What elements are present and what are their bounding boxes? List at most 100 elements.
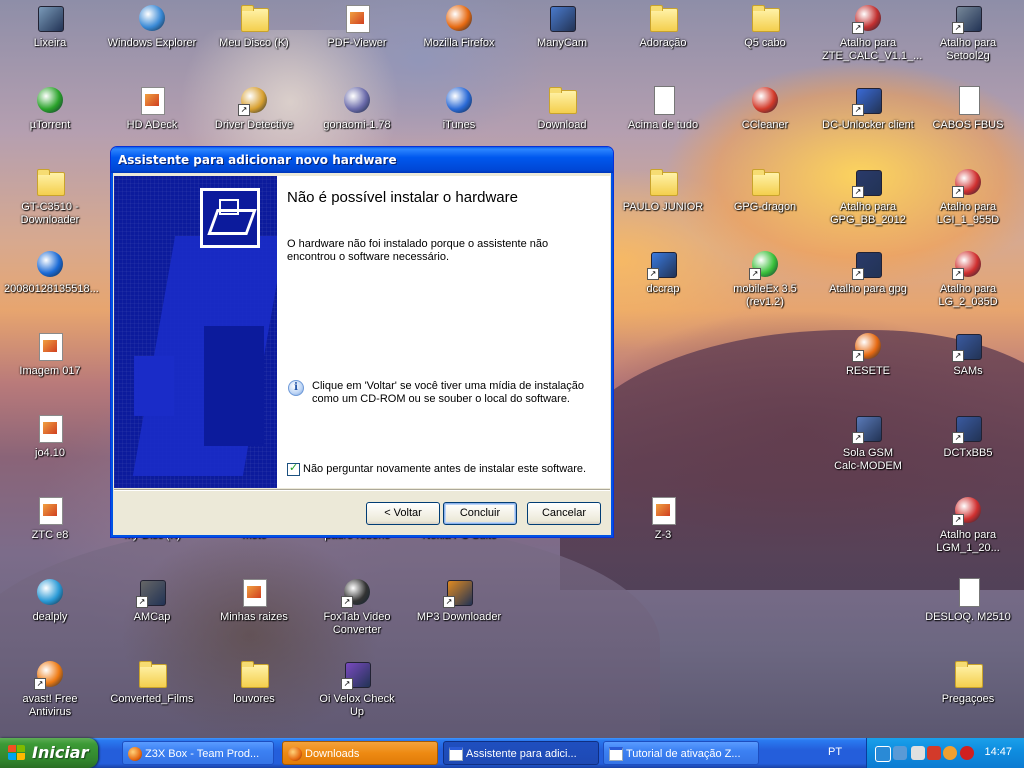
- desktop-icon[interactable]: jo4.10: [2, 412, 98, 460]
- back-button[interactable]: < Voltar: [366, 502, 440, 525]
- shortcut-arrow-icon: ↗: [952, 432, 964, 444]
- desktop-icon[interactable]: CCleaner: [717, 84, 813, 132]
- desktop-icon[interactable]: Mozilla Firefox: [411, 2, 507, 50]
- desktop-icon-label: SAMs: [953, 365, 983, 377]
- start-button[interactable]: Iniciar: [0, 738, 98, 768]
- desktop-icon[interactable]: ↗ MP3 Downloader: [411, 576, 507, 624]
- system-tray: 14:47: [866, 738, 1024, 768]
- desktop-icon[interactable]: ↗ AMCap: [104, 576, 200, 624]
- desktop-icon[interactable]: PDF-Viewer: [309, 2, 405, 50]
- desktop-icon[interactable]: ↗ Oi Velox Check Up: [309, 658, 405, 719]
- desktop-icon[interactable]: ManyCam: [514, 2, 610, 50]
- cancel-button[interactable]: Cancelar: [527, 502, 601, 525]
- desktop-icon-label: GPG-dragon: [733, 201, 797, 213]
- finish-button[interactable]: Concluir: [443, 502, 517, 525]
- lgm-icon: ↗: [952, 494, 984, 526]
- desktop-icon[interactable]: Windows Explorer: [104, 2, 200, 50]
- desktop-icon[interactable]: louvores: [206, 658, 302, 706]
- antivirus-tray-icon[interactable]: [960, 746, 974, 760]
- desktop-icon[interactable]: ↗ Atalho para GPG_BB_2012: [820, 166, 916, 227]
- shortcut-arrow-icon: ↗: [952, 350, 964, 362]
- desktop-icon[interactable]: GPG-dragon: [717, 166, 813, 214]
- window-icon: [609, 747, 623, 761]
- dont-ask-checkbox[interactable]: ✓: [287, 461, 300, 476]
- clock[interactable]: 14:47: [984, 746, 1012, 758]
- network-icon[interactable]: [875, 746, 891, 762]
- desktop-icon[interactable]: Acima de tudo: [615, 84, 711, 132]
- shortcut-arrow-icon: ↗: [952, 268, 964, 280]
- dialog-titlebar[interactable]: Assistente para adicionar novo hardware: [111, 147, 613, 173]
- taskbar-button-downloads[interactable]: Downloads: [282, 741, 438, 765]
- q5-cabo-icon: [749, 2, 781, 34]
- desktop-icon-label: PDF-Viewer: [327, 37, 387, 49]
- desktop-icon[interactable]: ↗ Atalho para LGM_1_20...: [920, 494, 1016, 555]
- dont-ask-checkbox-label[interactable]: Não perguntar novamente antes de instala…: [303, 463, 586, 475]
- desktop-icon[interactable]: Minhas raizes: [206, 576, 302, 624]
- desktop-icon[interactable]: ↗ Atalho para Setool2g: [920, 2, 1016, 63]
- shortcut-arrow-icon: ↗: [34, 678, 46, 690]
- desktop-icon[interactable]: DESLOQ. M2510: [920, 576, 1016, 624]
- desktop-icon-label: DESLOQ. M2510: [925, 611, 1011, 623]
- jo4-icon: [34, 412, 66, 444]
- taskbar-button-wizard[interactable]: Assistente para adici...: [443, 741, 599, 765]
- desktop-icon[interactable]: ↗ Driver Detective: [206, 84, 302, 132]
- desktop-icon[interactable]: Q5 cabo: [717, 2, 813, 50]
- desktop-icon[interactable]: CABOS FBUS: [920, 84, 1016, 132]
- desktop-icon[interactable]: iTunes: [411, 84, 507, 132]
- desktop-icon[interactable]: ↗ avast! Free Antivirus: [2, 658, 98, 719]
- avast-tray-icon[interactable]: [943, 746, 957, 760]
- meu-disco-icon: [238, 2, 270, 34]
- sidebar-decoration: [204, 326, 264, 446]
- lgi-icon: ↗: [952, 166, 984, 198]
- taskbar-button-z3x[interactable]: Z3X Box - Team Prod...: [122, 741, 274, 765]
- dialog-body: Não é possível instalar o hardware O har…: [114, 173, 610, 534]
- desktop-icon-label: DC-Unlocker client: [822, 119, 914, 131]
- dctxbb5-icon: ↗: [952, 412, 984, 444]
- desktop-icon[interactable]: µTorrent: [2, 84, 98, 132]
- desktop-icon[interactable]: GT-C3510 - Downloader: [2, 166, 98, 227]
- desktop-icon[interactable]: ↗ Atalho para gpg: [820, 248, 916, 296]
- desktop-icon[interactable]: ↗ FoxTab Video Converter: [309, 576, 405, 637]
- desktop-icon[interactable]: ↗ RESETE: [820, 330, 916, 378]
- desktop-icon[interactable]: Adoração: [615, 2, 711, 50]
- desktop-icon[interactable]: ↗ DCTxBB5: [920, 412, 1016, 460]
- desktop-icon[interactable]: 20080128135518...: [2, 248, 99, 296]
- desktop-icon[interactable]: ↗ Atalho para LG_2_035D: [920, 248, 1016, 309]
- desktop-icon[interactable]: ↗ DC-Unlocker client: [820, 84, 916, 132]
- info-icon: i: [288, 380, 304, 396]
- taskbar-button-tutorial[interactable]: Tutorial de ativação Z...: [603, 741, 759, 765]
- desktop-icon-label: Atalho para Setool2g: [939, 37, 997, 62]
- taskbar-button-label: Z3X Box - Team Prod...: [145, 748, 260, 760]
- desktop-icon[interactable]: Converted_Films: [104, 658, 200, 706]
- window-icon: [449, 747, 463, 761]
- desktop-icon[interactable]: Pregaçoes: [920, 658, 1016, 706]
- shortcut-arrow-icon: ↗: [852, 104, 864, 116]
- desktop-icon[interactable]: ↗ dccrap: [615, 248, 711, 296]
- desktop-icon[interactable]: PAULO JUNIOR: [615, 166, 711, 214]
- desktop-icon[interactable]: ZTC e8: [2, 494, 98, 542]
- safely-remove-icon[interactable]: [911, 746, 925, 760]
- desktop-icon[interactable]: Imagem 017: [2, 330, 98, 378]
- desktop-icon[interactable]: Meu Disco (K): [206, 2, 302, 50]
- desktop-icon[interactable]: ↗ Atalho para ZTE_CALC_V1.1_...: [820, 2, 922, 63]
- desktop-icon-label: louvores: [233, 693, 275, 705]
- z3-icon: [647, 494, 679, 526]
- desktop-icon[interactable]: ↗ mobileEx 3.5 (rev1.2): [717, 248, 813, 309]
- desktop-icon[interactable]: HD ADeck: [104, 84, 200, 132]
- security-alert-icon[interactable]: [927, 746, 941, 760]
- desktop-icon[interactable]: Download: [514, 84, 610, 132]
- language-indicator[interactable]: PT: [828, 746, 842, 758]
- windows-logo-icon: [8, 745, 26, 761]
- desktop-icon[interactable]: ↗ Atalho para LGI_1_955D: [920, 166, 1016, 227]
- desktop-icon[interactable]: ↗ Sola GSM Calc-MODEM: [820, 412, 916, 473]
- desktop-icon[interactable]: ↗ SAMs: [920, 330, 1016, 378]
- desktop-icon[interactable]: gonaomi-1.78: [309, 84, 405, 132]
- acima-de-tudo-icon: [647, 84, 679, 116]
- desktop-icon[interactable]: Z-3: [615, 494, 711, 542]
- desktop-icon-label: Download: [537, 119, 587, 131]
- desktop-icon[interactable]: Lixeira: [2, 2, 98, 50]
- desktop-icon[interactable]: dealply: [2, 576, 98, 624]
- imagem-017-icon: [34, 330, 66, 362]
- dealply-icon: [34, 576, 66, 608]
- bluetooth-icon[interactable]: [893, 746, 907, 760]
